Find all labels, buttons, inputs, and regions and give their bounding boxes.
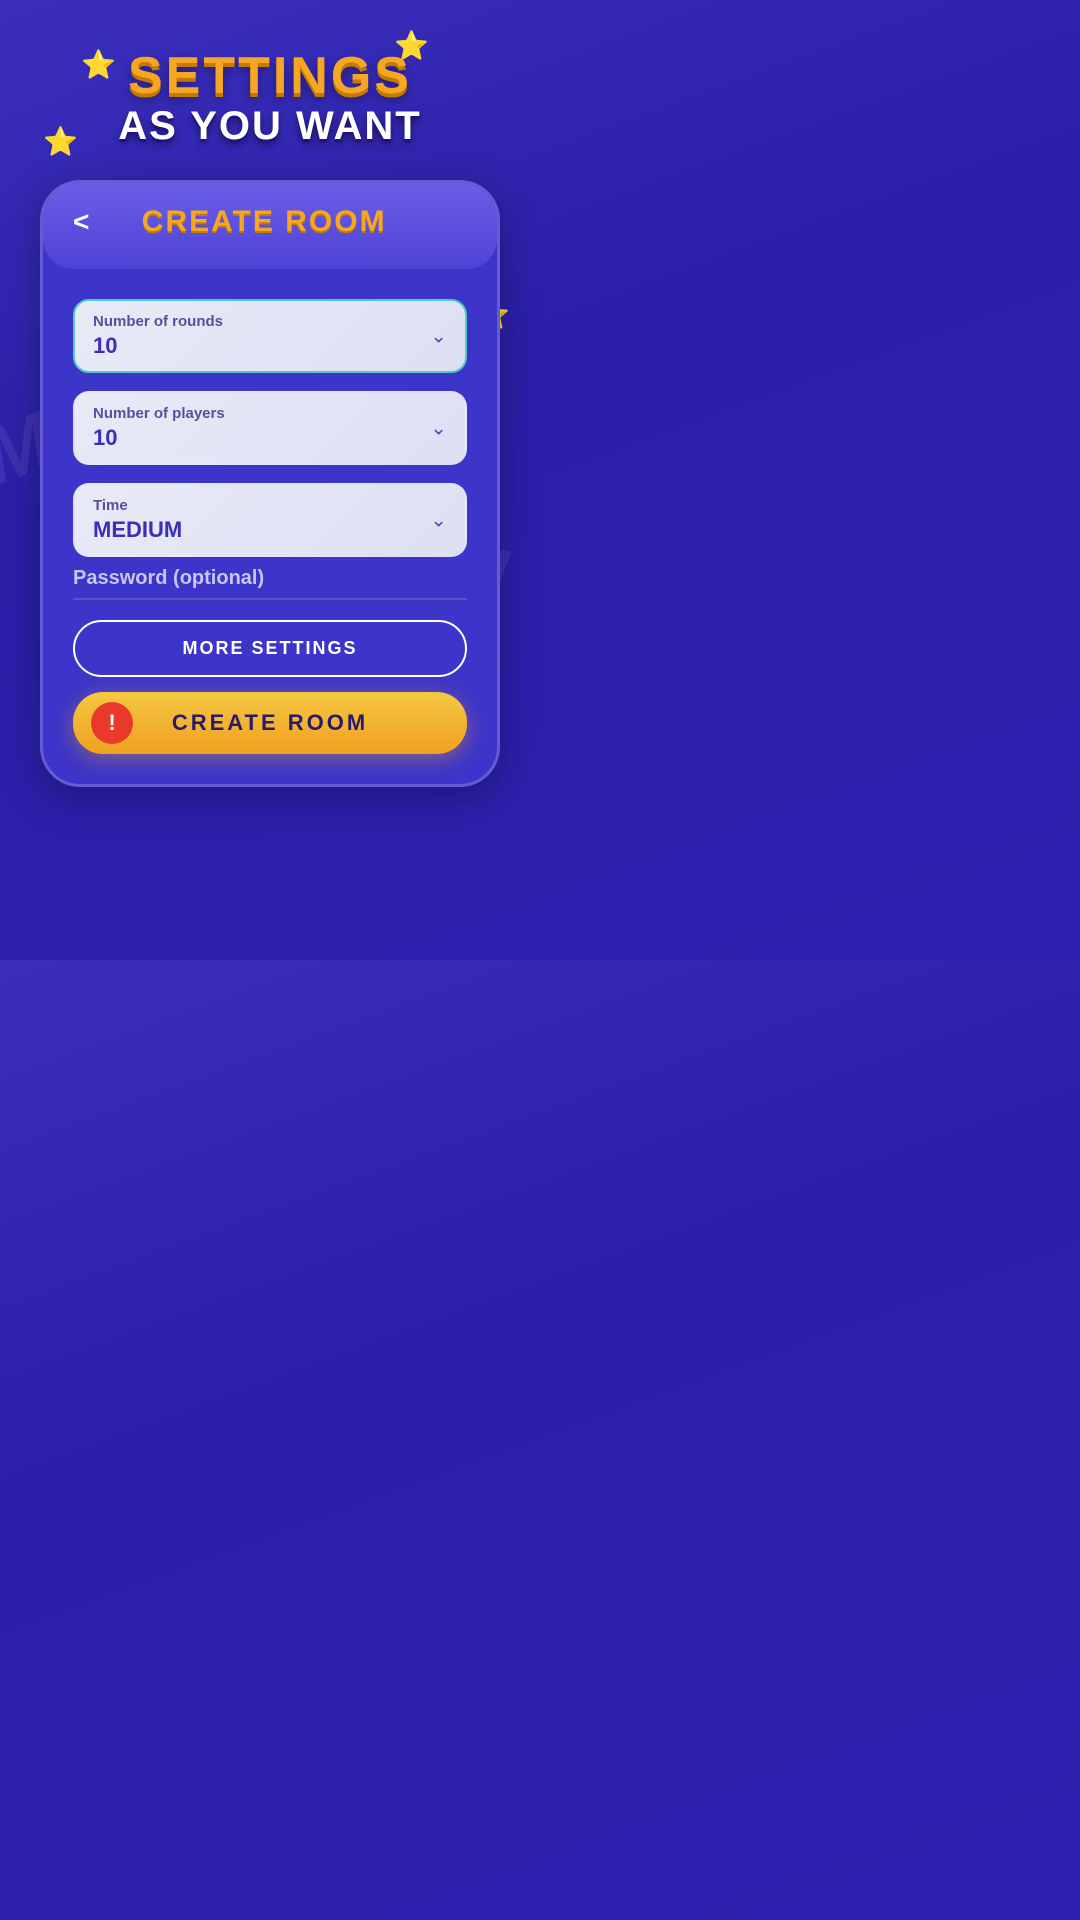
card-header: < CREATE ROOM — [43, 183, 497, 269]
players-label: Number of players — [93, 405, 447, 422]
create-room-button[interactable]: ! CREATE ROOM — [73, 692, 467, 754]
star-decoration-3: ⭐ — [43, 125, 78, 158]
password-section: Password (optional) — [43, 567, 497, 600]
rounds-dropdown[interactable]: Number of rounds 10 ⌄ — [73, 299, 467, 373]
create-room-label: CREATE ROOM — [172, 710, 368, 736]
title-settings: SETTINGS — [118, 50, 422, 102]
players-value: 10 — [93, 425, 447, 451]
card-body: Number of rounds 10 ⌄ Number of players … — [43, 269, 497, 557]
warning-icon: ! — [91, 702, 133, 744]
back-button[interactable]: < — [73, 206, 89, 238]
rounds-label: Number of rounds — [93, 313, 447, 330]
password-input-line[interactable] — [73, 598, 467, 600]
card-title: CREATE ROOM — [89, 205, 439, 239]
password-label: Password (optional) — [73, 567, 467, 590]
star-decoration-1: ⭐ — [81, 48, 116, 81]
players-chevron-icon: ⌄ — [430, 416, 447, 441]
main-card: < CREATE ROOM Number of rounds 10 ⌄ Numb… — [40, 180, 500, 787]
time-chevron-icon: ⌄ — [430, 508, 447, 533]
time-label: Time — [93, 497, 447, 514]
players-dropdown[interactable]: Number of players 10 ⌄ — [73, 391, 467, 465]
more-settings-button[interactable]: MORE SETTINGS — [73, 620, 467, 677]
time-dropdown[interactable]: Time MEDIUM ⌄ — [73, 483, 467, 557]
time-value: MEDIUM — [93, 517, 447, 543]
page-header: SETTINGS AS YOU WANT — [118, 50, 422, 150]
rounds-value: 10 — [93, 333, 447, 359]
rounds-chevron-icon: ⌄ — [430, 324, 447, 349]
title-sub: AS YOU WANT — [118, 102, 422, 150]
